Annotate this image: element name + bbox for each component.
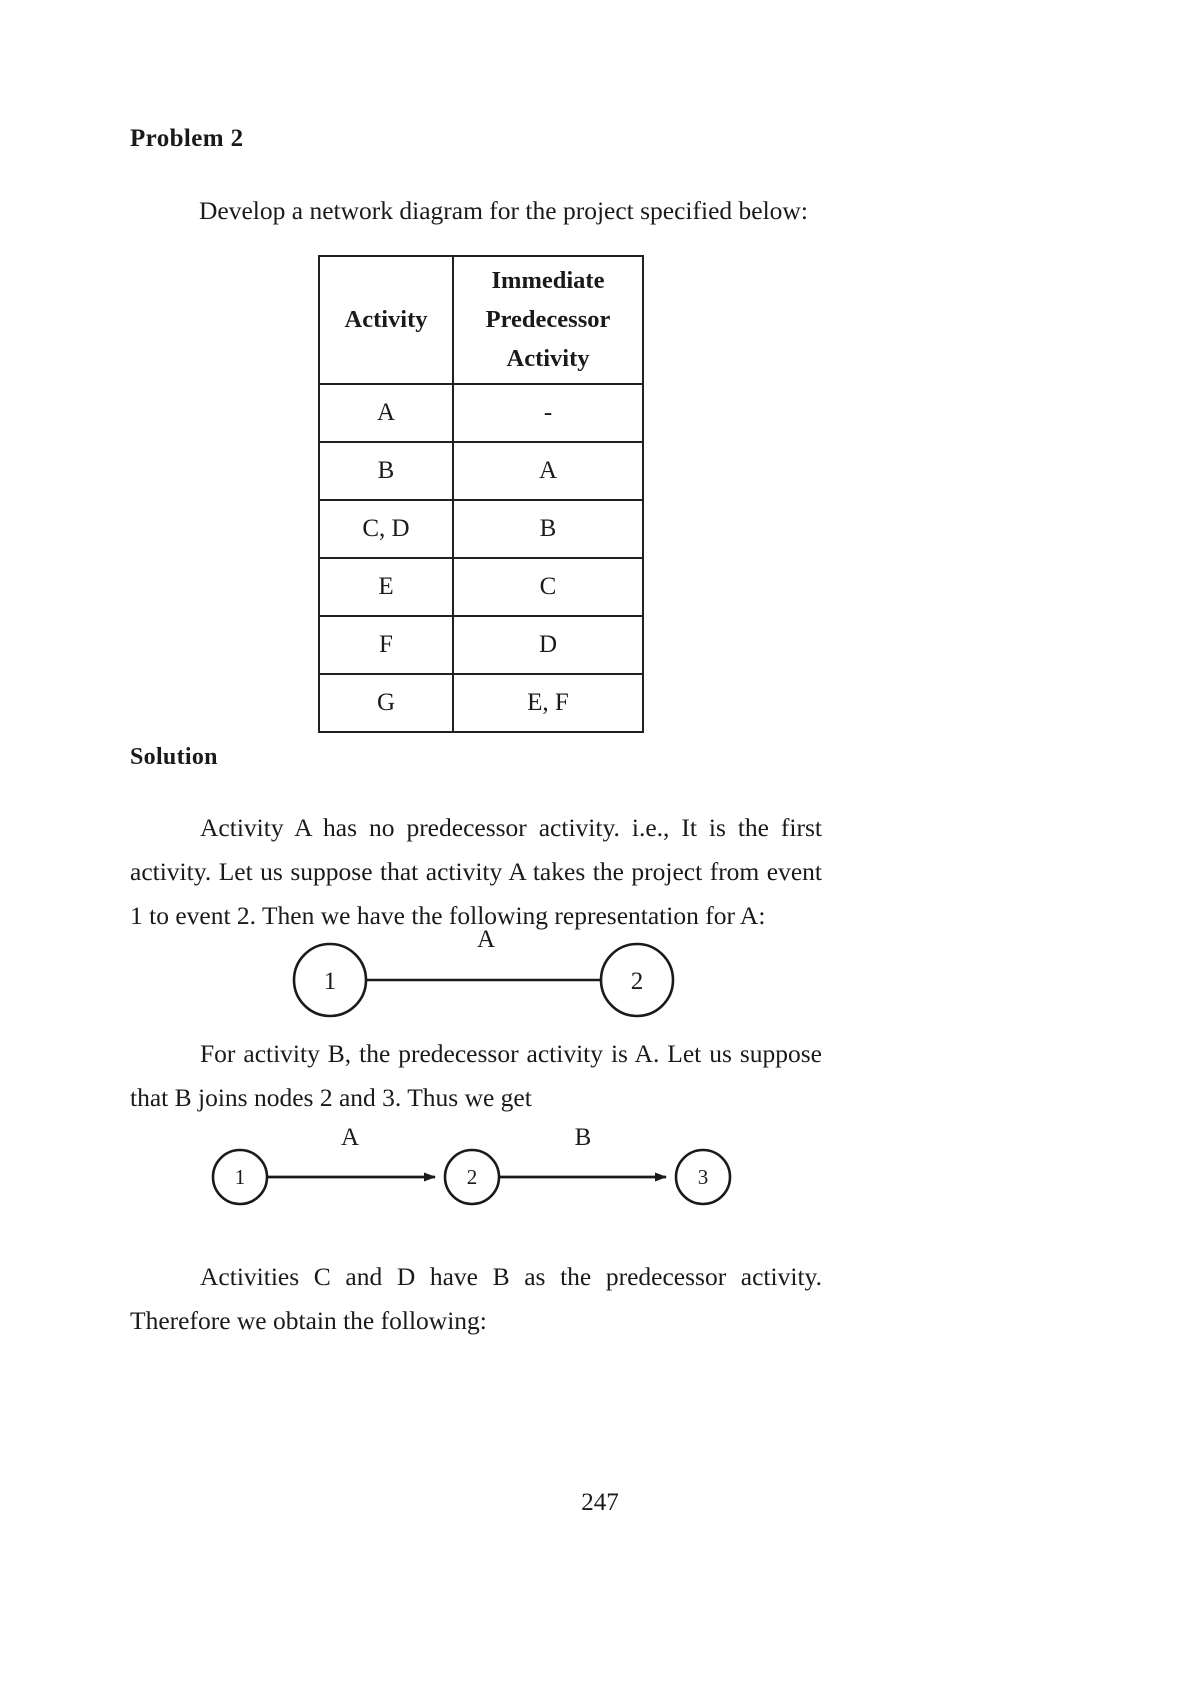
network-diagram-two: 1 A 2 B 3 [195,1122,745,1232]
table-row: F D [318,614,644,675]
cell-predecessor: D [452,614,644,675]
table-row: E C [318,556,644,617]
cell-predecessor: E, F [452,672,644,733]
cell-activity: C, D [318,498,454,559]
document-page: Problem 2 Develop a network diagram for … [0,0,1200,1697]
edge-label-b: B [575,1124,592,1151]
network-diagram-one-svg: 1 A 2 [292,926,675,1018]
edge-label-a: A [477,926,495,953]
table-row: C, D B [318,498,644,559]
cell-activity: B [318,440,454,501]
node-label-3: 3 [698,1165,709,1189]
activity-predecessor-table: Activity Immediate Predecessor Activity … [318,255,644,733]
page-number: 247 [581,1489,619,1516]
cell-activity: F [318,614,454,675]
column-header-activity: Activity [318,255,454,385]
cell-activity: E [318,556,454,617]
edge-label-a: A [341,1124,359,1151]
node-label-2: 2 [467,1165,478,1189]
cell-predecessor: A [452,440,644,501]
cell-activity: G [318,672,454,733]
table-body: A - B A C, D B E C F D G E, F [318,382,644,733]
table-row: A - [318,382,644,443]
table-header: Activity Immediate Predecessor Activity [318,255,644,385]
header-line-1: Immediate [491,267,605,294]
column-header-immediate-predecessor-activity: Immediate Predecessor Activity [452,255,644,385]
table-row: G E, F [318,672,644,733]
network-diagram-two-svg: 1 A 2 B 3 [211,1124,732,1206]
cell-activity: A [318,382,454,443]
solution-heading: Solution [130,744,218,770]
network-diagram-one: 1 A 2 [280,925,680,1025]
header-line-3: Activity [506,345,590,373]
header-line-2: Predecessor [485,306,611,334]
table-row: B A [318,440,644,501]
paragraph-activity-b: For activity B, the predecessor activity… [130,1039,822,1112]
node-label-2: 2 [631,968,644,995]
cell-predecessor: - [452,382,644,443]
page-title: Problem 2 [130,125,244,152]
intro-text: Develop a network diagram for the projec… [199,196,808,225]
node-label-1: 1 [235,1165,246,1189]
node-label-1: 1 [324,968,337,995]
paragraph-activities-c-d: Activities C and D have B as the predece… [130,1262,822,1335]
cell-predecessor: B [452,498,644,559]
cell-predecessor: C [452,556,644,617]
paragraph-activity-a: Activity A has no predecessor activity. … [130,813,822,930]
table-header-row: Activity Immediate Predecessor Activity [318,255,644,385]
